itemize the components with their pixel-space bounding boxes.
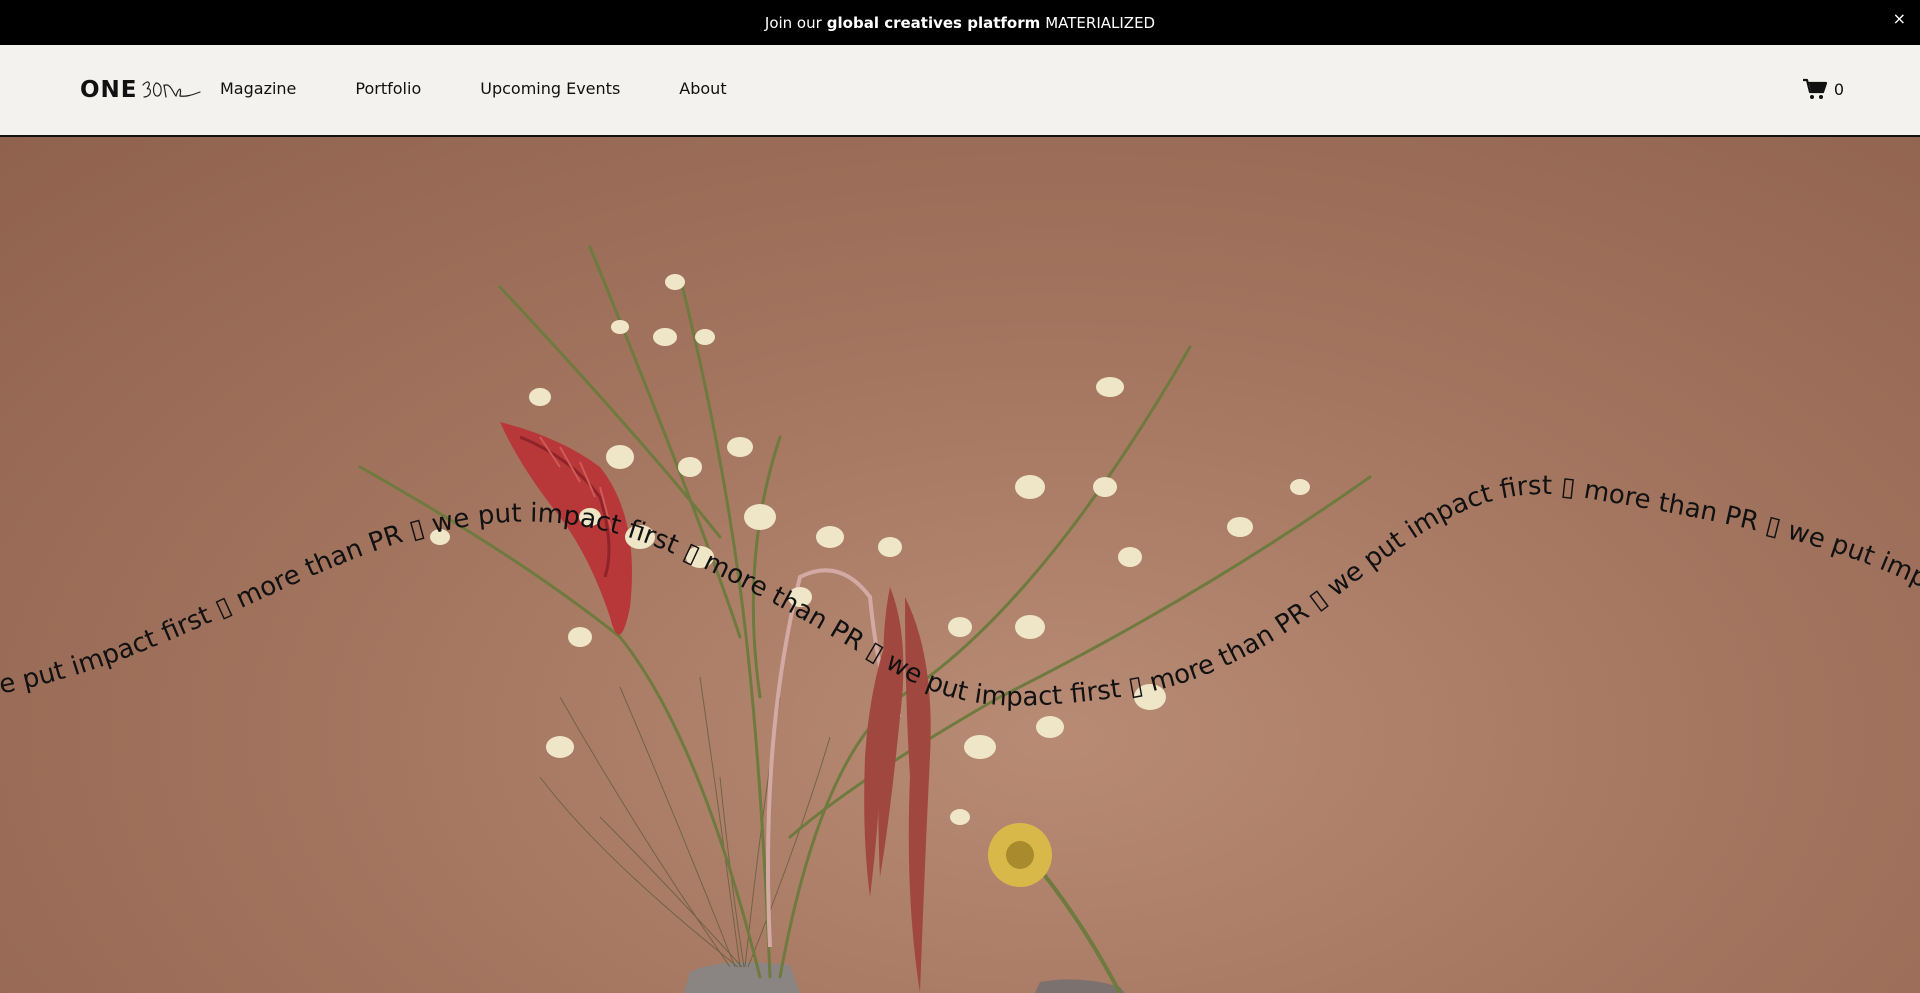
hero-flower-illustration: we put impact first ▯ more than PR ▯ we … <box>0 137 1920 993</box>
logo-word: ONE <box>80 77 138 103</box>
announcement-bold: global creatives platform <box>826 13 1041 32</box>
logo-signature-icon <box>141 81 201 98</box>
nav-about[interactable]: About <box>679 79 726 98</box>
logo[interactable]: ONE <box>80 75 202 105</box>
announcement-bar: Join our global creatives platform MATER… <box>0 0 1920 45</box>
orchid-stems <box>358 245 1372 979</box>
announcement-suffix[interactable]: MATERIALIZED <box>1045 14 1155 32</box>
vase-right <box>1035 979 1125 993</box>
main-nav: Magazine Portfolio Upcoming Events About <box>220 79 786 98</box>
nav-portfolio[interactable]: Portfolio <box>355 79 421 98</box>
nav-upcoming-events[interactable]: Upcoming Events <box>480 79 620 98</box>
hero-section: we put impact first ▯ more than PR ▯ we … <box>0 137 1920 993</box>
daisy-flower <box>988 823 1122 993</box>
cart-icon <box>1802 78 1827 99</box>
cart-button[interactable]: 0 <box>1802 78 1844 100</box>
site-header: ONE Magazine Portfolio Upcoming Events A… <box>0 45 1920 137</box>
grass-plume <box>539 676 831 968</box>
nav-magazine[interactable]: Magazine <box>220 79 296 98</box>
cart-count: 0 <box>1833 79 1844 99</box>
close-icon[interactable]: × <box>1893 10 1906 28</box>
announcement-prefix: Join our <box>764 13 822 32</box>
